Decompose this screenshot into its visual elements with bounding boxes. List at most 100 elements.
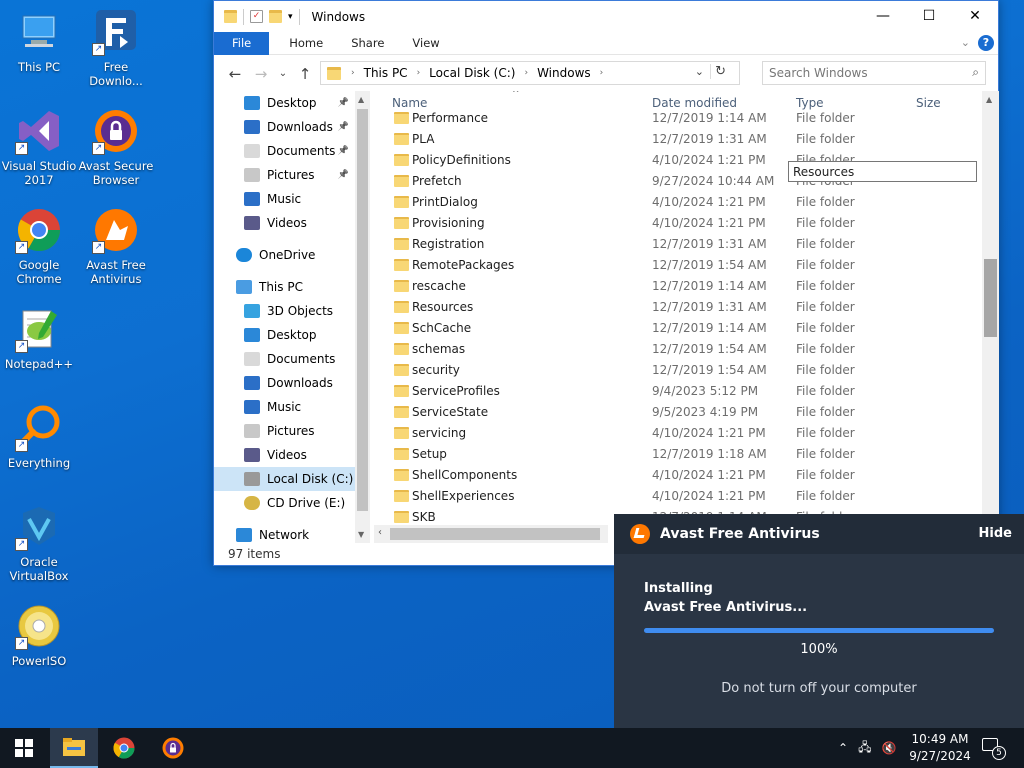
desktop-icon-chrome[interactable]: ↗ Google Chrome xyxy=(1,206,77,286)
hide-button[interactable]: Hide xyxy=(979,526,1012,541)
nav-item-label: This PC xyxy=(259,280,303,294)
tab-view[interactable]: View xyxy=(398,32,453,55)
file-row[interactable]: Registration 12/7/2019 1:31 AM File folder xyxy=(384,233,986,254)
breadcrumb-windows[interactable]: Windows xyxy=(537,66,591,80)
nav-item[interactable]: Videos xyxy=(214,443,355,467)
desktop-icon-this-pc[interactable]: This PC xyxy=(1,8,77,74)
recent-locations-icon[interactable]: ⌄ xyxy=(274,68,292,79)
nav-item[interactable]: Music xyxy=(214,395,355,419)
tab-home[interactable]: Home xyxy=(275,32,337,55)
file-row[interactable]: RemotePackages 12/7/2019 1:54 AM File fold… xyxy=(384,254,986,275)
file-row[interactable]: Setup 12/7/2019 1:18 AM File folder xyxy=(384,443,986,464)
show-hidden-icons-icon[interactable]: ⌃ xyxy=(838,741,848,755)
up-arrow-icon[interactable]: ↑ xyxy=(292,65,318,83)
file-row[interactable]: Provisioning 4/10/2024 1:21 PM File folder xyxy=(384,212,986,233)
quick-access-dropdown-icon[interactable]: ▾ xyxy=(288,12,293,22)
address-bar[interactable]: › This PC › Local Disk (C:) › Windows › … xyxy=(320,61,740,85)
file-row[interactable]: ShellComponents 4/10/2024 1:21 PM File fol… xyxy=(384,464,986,485)
help-icon[interactable]: ? xyxy=(978,35,994,51)
scrollbar-thumb[interactable] xyxy=(984,259,997,337)
close-button[interactable]: ✕ xyxy=(952,1,998,32)
file-row[interactable]: ServiceProfiles 9/4/2023 5:12 PM File fold… xyxy=(384,380,986,401)
file-row[interactable]: Performance 12/7/2019 1:14 AM File folder xyxy=(384,107,986,128)
desktop-icon-everything[interactable]: ↗ Everything xyxy=(1,404,77,470)
nav-item[interactable]: Downloads xyxy=(214,371,355,395)
search-input[interactable]: Search Windows ⌕ xyxy=(762,61,986,85)
file-row[interactable]: Resources 12/7/2019 1:31 AM File folder xyxy=(384,296,986,317)
maximize-button[interactable]: ☐ xyxy=(906,1,952,32)
start-button[interactable] xyxy=(0,728,48,768)
nav-item[interactable]: Pictures xyxy=(214,419,355,443)
expand-ribbon-icon[interactable]: ⌄ xyxy=(961,36,970,49)
desktop-icon-free-download[interactable]: ↗ Free Downlo... xyxy=(78,8,154,88)
file-row[interactable]: security 12/7/2019 1:54 AM File folder xyxy=(384,359,986,380)
nav-item[interactable]: Pictures 📌 xyxy=(214,163,355,187)
file-date: 4/10/2024 1:21 PM xyxy=(652,152,766,167)
file-row[interactable]: ServiceState 9/5/2023 4:19 PM File folder xyxy=(384,401,986,422)
file-type: File folder xyxy=(796,383,855,398)
nav-item[interactable]: Desktop 📌 xyxy=(214,91,355,115)
nav-item[interactable]: Videos xyxy=(214,211,355,235)
file-row[interactable]: ShellExperiences 4/10/2024 1:21 PM File fo… xyxy=(384,485,986,506)
nav-item[interactable]: Documents xyxy=(214,347,355,371)
navigation-scrollbar[interactable]: ▲ ▼ xyxy=(355,91,370,543)
desktop-icon-avast-antivirus[interactable]: ↗ Avast Free Antivirus xyxy=(78,206,154,286)
desktop-icon-label: This PC xyxy=(17,60,61,74)
nav-item-label: Videos xyxy=(267,216,307,230)
file-row[interactable]: PrintDialog 4/10/2024 1:21 PM File folder xyxy=(384,191,986,212)
nav-item[interactable]: 3D Objects xyxy=(214,299,355,323)
action-center-button[interactable]: 5 xyxy=(982,738,1006,760)
file-name: servicing xyxy=(412,425,467,440)
nav-item[interactable]: Music xyxy=(214,187,355,211)
nav-item[interactable]: Downloads 📌 xyxy=(214,115,355,139)
forward-arrow-icon[interactable]: → xyxy=(248,65,274,83)
chevron-right-icon[interactable]: › xyxy=(351,68,355,78)
chevron-right-icon[interactable]: › xyxy=(417,68,421,78)
file-row[interactable]: servicing 4/10/2024 1:21 PM File folder xyxy=(384,422,986,443)
new-folder-icon[interactable] xyxy=(269,10,282,23)
file-list-scrollbar[interactable]: ▲ xyxy=(982,91,999,515)
file-row[interactable]: PLA 12/7/2019 1:31 AM File folder xyxy=(384,128,986,149)
nav-item-label: Downloads xyxy=(267,120,333,134)
file-row[interactable]: schemas 12/7/2019 1:54 AM File folder xyxy=(384,338,986,359)
taskbar-chrome[interactable] xyxy=(100,728,148,768)
taskbar-avast-browser[interactable] xyxy=(149,728,197,768)
file-row[interactable]: SchCache 12/7/2019 1:14 AM File folder xyxy=(384,317,986,338)
nav-item[interactable]: Network xyxy=(214,523,355,543)
desktop-icon-poweriso[interactable]: ↗ PowerISO xyxy=(1,602,77,668)
nav-item[interactable]: OneDrive xyxy=(214,243,355,267)
desktop-icon-visual-studio[interactable]: ↗ Visual Studio 2017 xyxy=(1,107,77,187)
minimize-button[interactable]: — xyxy=(860,1,906,32)
breadcrumb-this-pc[interactable]: This PC xyxy=(364,66,408,80)
system-clock[interactable]: 10:49 AM 9/27/2024 xyxy=(906,731,974,765)
nav-item[interactable]: CD Drive (E:) xyxy=(214,491,355,515)
nav-item[interactable]: This PC xyxy=(214,275,355,299)
refresh-icon[interactable]: ↻ xyxy=(710,64,726,79)
cd-drive-icon xyxy=(244,496,260,510)
pin-icon: 📌 xyxy=(337,146,349,156)
nav-item[interactable]: Desktop xyxy=(214,323,355,347)
nav-item[interactable]: Local Disk (C:) xyxy=(214,467,355,491)
volume-muted-icon[interactable]: 🔇 xyxy=(881,741,896,755)
network-icon[interactable]: 🖧 xyxy=(858,738,871,759)
horizontal-scrollbar[interactable]: ‹ xyxy=(374,525,608,543)
file-date: 4/10/2024 1:21 PM xyxy=(652,425,766,440)
desktop-icon-virtualbox[interactable]: ↗ Oracle VirtualBox xyxy=(1,503,77,583)
tab-share[interactable]: Share xyxy=(337,32,398,55)
nav-item[interactable]: Documents 📌 xyxy=(214,139,355,163)
file-row[interactable]: rescache 12/7/2019 1:14 AM File folder xyxy=(384,275,986,296)
back-arrow-icon[interactable]: ← xyxy=(222,65,248,83)
notification-count-badge: 5 xyxy=(992,746,1006,760)
properties-icon[interactable]: ✓ xyxy=(250,10,263,23)
tab-file[interactable]: File xyxy=(214,31,270,55)
video-icon xyxy=(244,216,260,230)
chevron-right-icon[interactable]: › xyxy=(600,68,604,78)
desktop-icon-notepadpp[interactable]: ↗ Notepad++ xyxy=(1,305,77,371)
scrollbar-thumb[interactable] xyxy=(390,528,600,540)
chevron-right-icon[interactable]: › xyxy=(524,68,528,78)
desktop-icon-avast-browser[interactable]: ↗ Avast Secure Browser xyxy=(78,107,154,187)
breadcrumb-local-disk[interactable]: Local Disk (C:) xyxy=(429,66,515,80)
address-dropdown-icon[interactable]: ⌄ xyxy=(695,65,704,78)
avast-secure-browser-icon xyxy=(162,737,184,759)
taskbar-file-explorer[interactable] xyxy=(50,728,98,768)
